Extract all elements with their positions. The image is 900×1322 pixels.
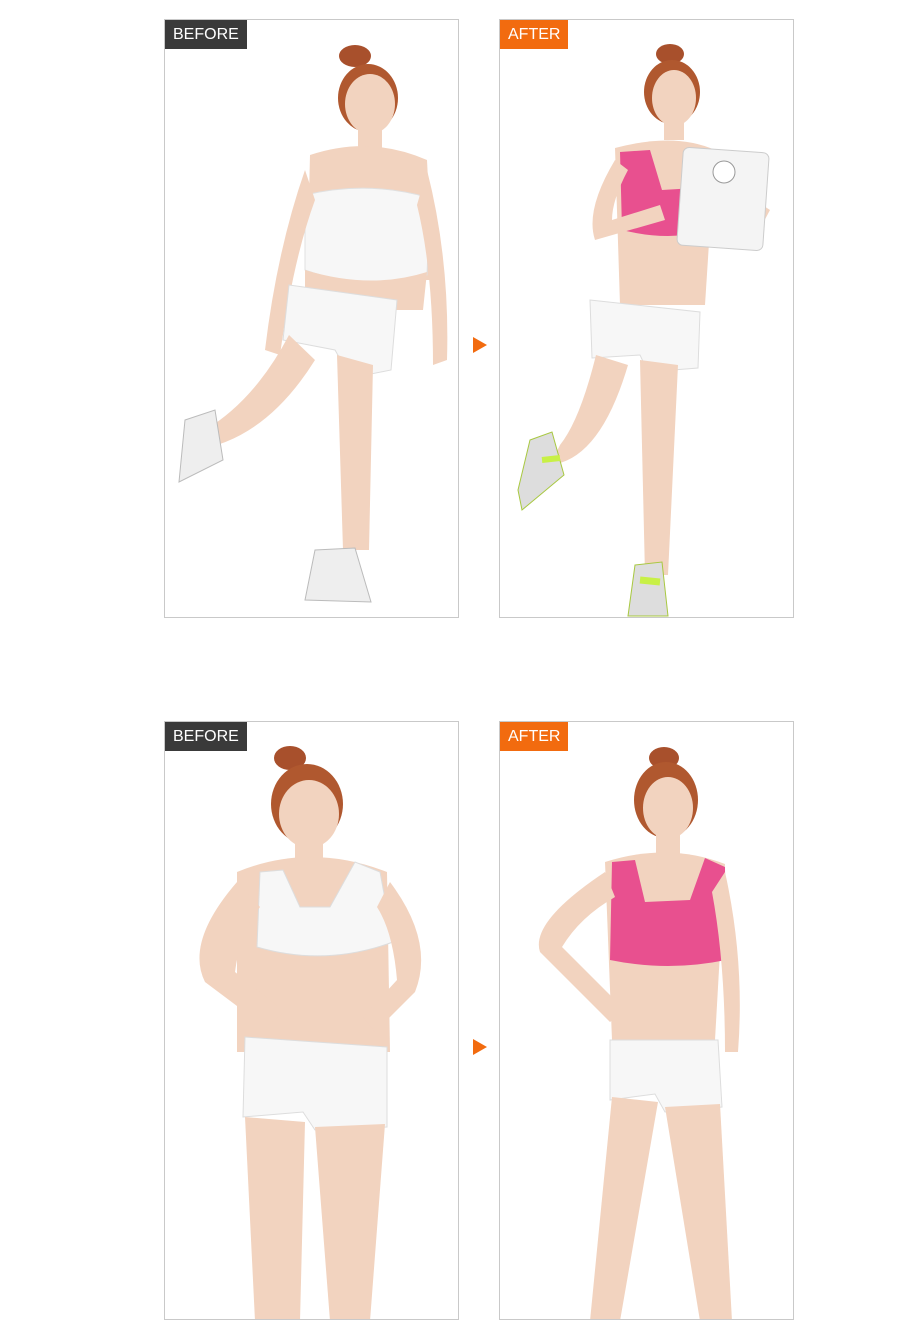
- before-figure-image-1: [178, 45, 448, 603]
- after-tag: AFTER: [500, 20, 569, 49]
- arrow-right-icon: [473, 1039, 487, 1055]
- after-photo-2: AFTER: [499, 721, 794, 1320]
- before-photo-1: BEFORE: [164, 19, 459, 618]
- bathroom-scale-icon: [676, 147, 770, 251]
- after-figure-image-1: [517, 44, 770, 617]
- before-photo-2: BEFORE: [164, 721, 459, 1320]
- after-tag: AFTER: [500, 722, 569, 751]
- before-tag: BEFORE: [165, 722, 247, 751]
- arrow-right-icon: [473, 337, 487, 353]
- before-tag: BEFORE: [165, 20, 247, 49]
- after-figure-image-2: [538, 747, 740, 1319]
- after-photo-1: AFTER: [499, 19, 794, 618]
- before-figure-image-2: [199, 746, 422, 1319]
